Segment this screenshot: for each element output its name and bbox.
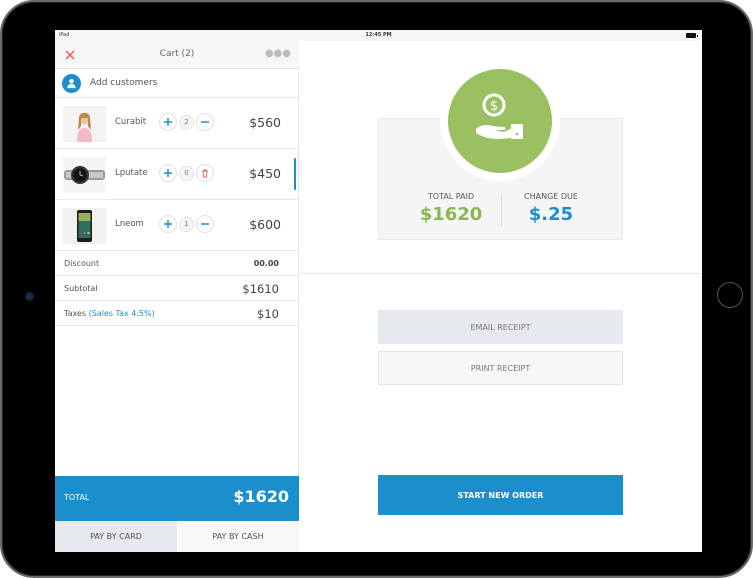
payment-received-badge: $ (448, 69, 552, 173)
change-due-stat: CHANGE DUE $.25 (490, 192, 612, 225)
taxes-row: Taxes (Sales Tax 4.5%) $10 (55, 301, 299, 326)
decrease-quantity-button[interactable] (196, 113, 214, 131)
payment-complete-panel: $ TOTAL PAID $1620 CHANGE DUE $.25 EMAIL… (300, 41, 702, 552)
cart-item[interactable]: Curabit 2 $560 (55, 98, 299, 149)
cart-items: Curabit 2 $560 Lputate 0 $450 Lneom 1 $6… (55, 98, 299, 251)
scroll-indicator[interactable] (294, 158, 296, 190)
screen: iPad 12:45 PM Cart (2) ●●● Add customers (55, 30, 702, 552)
quantity-value: 1 (179, 216, 194, 232)
product-thumbnail-watch (63, 157, 106, 193)
ipad-device-frame: iPad 12:45 PM Cart (2) ●●● Add customers (0, 0, 753, 578)
product-name: Lneom (115, 219, 144, 229)
email-receipt-button[interactable]: EMAIL RECEIPT (378, 310, 623, 344)
add-customer-button[interactable]: Add customers (55, 69, 299, 98)
subtotal-row: Subtotal $1610 (55, 276, 299, 301)
increase-quantity-button[interactable] (159, 164, 177, 182)
product-thumbnail-woman (63, 106, 106, 142)
order-summary: Discount 00.00 Subtotal $1610 Taxes (Sal… (55, 251, 299, 326)
user-icon (62, 73, 81, 93)
status-bar: iPad 12:45 PM (55, 30, 702, 41)
cart-title: Cart (2) (159, 49, 195, 59)
subtotal-value: $1610 (242, 282, 279, 296)
print-receipt-button[interactable]: PRINT RECEIPT (378, 351, 623, 385)
section-divider (300, 273, 702, 274)
cart-header: Cart (2) ●●● (55, 41, 299, 69)
hand-with-coin-icon: $ (476, 93, 523, 139)
total-label: TOTAL (64, 493, 90, 502)
decrease-quantity-button[interactable] (196, 215, 214, 233)
product-price: $600 (249, 217, 281, 232)
cart-item[interactable]: Lneom 1 $600 (55, 200, 299, 251)
battery-icon (686, 33, 698, 38)
svg-text:$: $ (490, 99, 498, 114)
more-options-icon[interactable]: ●●● (265, 48, 291, 59)
taxes-value: $10 (257, 307, 279, 321)
trash-icon (202, 169, 208, 178)
front-camera (26, 293, 33, 300)
pay-by-card-tab[interactable]: PAY BY CARD (55, 521, 177, 552)
home-button[interactable] (717, 282, 743, 308)
product-price: $450 (249, 166, 281, 181)
start-new-order-button[interactable]: START NEW ORDER (378, 475, 623, 515)
discount-row[interactable]: Discount 00.00 (55, 251, 299, 276)
cart-item[interactable]: Lputate 0 $450 (55, 149, 299, 200)
pay-by-cash-tab[interactable]: PAY BY CASH (177, 521, 299, 552)
increase-quantity-button[interactable] (159, 215, 177, 233)
clock: 12:45 PM (365, 32, 392, 38)
product-name: Curabit (115, 117, 147, 127)
increase-quantity-button[interactable] (159, 113, 177, 131)
quantity-stepper: 1 (159, 215, 216, 233)
quantity-value: 2 (179, 114, 194, 130)
quantity-value: 0 (179, 165, 194, 181)
discount-label: Discount (64, 259, 100, 268)
total-bar: TOTAL $1620 (55, 476, 299, 521)
quantity-stepper: 0 (159, 164, 216, 182)
change-due-label: CHANGE DUE (524, 192, 578, 201)
product-thumbnail-phone (63, 208, 106, 244)
delete-item-button[interactable] (196, 164, 214, 182)
add-customer-label: Add customers (90, 78, 158, 88)
product-price: $560 (249, 115, 281, 130)
taxes-label: Taxes (Sales Tax 4.5%) (64, 309, 155, 318)
quantity-stepper: 2 (159, 113, 216, 131)
total-value: $1620 (233, 487, 289, 506)
payment-method-tabs: PAY BY CARD PAY BY CASH (55, 521, 299, 552)
change-due-value: $.25 (528, 204, 574, 225)
subtotal-label: Subtotal (64, 284, 98, 293)
discount-value: 00.00 (253, 259, 279, 268)
tax-rate-link[interactable]: (Sales Tax 4.5%) (89, 309, 155, 318)
cart-panel: Cart (2) ●●● Add customers Curabit 2 $56… (55, 41, 299, 552)
product-name: Lputate (115, 168, 148, 178)
taxes-label-text: Taxes (64, 309, 87, 318)
